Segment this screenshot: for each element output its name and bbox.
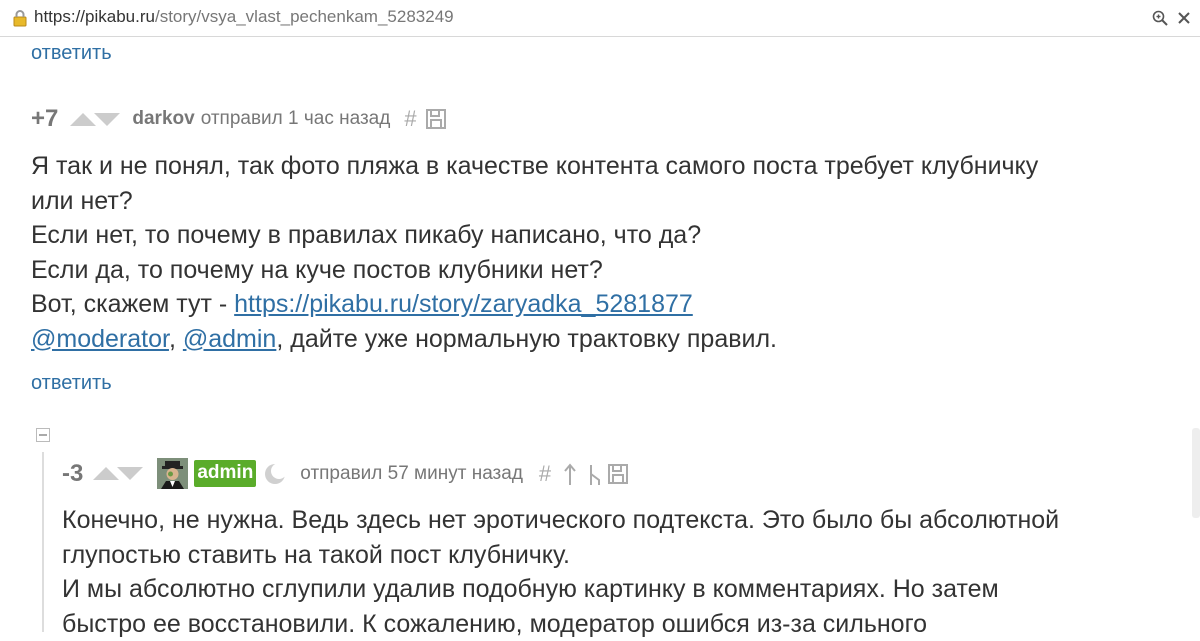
vote-down-icon[interactable] [117,467,143,480]
comment-line: быстро ее восстановили. К сожалению, мод… [62,607,1059,641]
reply-link[interactable]: ответить [31,372,112,395]
comment-header: +7 darkov отправил 1 час назад # [31,104,447,134]
reply-comment-body: Конечно, не нужна. Ведь здесь нет эротич… [62,503,1059,641]
comment-line: Я так и не понял, так фото пляжа в качес… [31,149,1038,184]
zoom-icon[interactable] [1150,8,1170,28]
comment-score: +7 [31,105,58,133]
comment-body: Я так и не понял, так фото пляжа в качес… [31,149,1038,356]
comment-line: И мы абсолютно сглупили удалив подобную … [62,572,1059,607]
reply-link-top[interactable]: ответить [31,42,112,65]
comment-time: отправил 1 час назад [201,108,391,130]
comment-text: Вот, скажем тут - [31,290,234,318]
vote-up-icon[interactable] [70,113,96,126]
comment-line: глупостью ставить на такой пост клубничк… [62,538,1059,573]
comment-line: Конечно, не нужна. Ведь здесь нет эротич… [62,503,1059,538]
story-link[interactable]: https://pikabu.ru/story/zaryadka_5281877 [234,290,693,318]
hash-icon[interactable]: # [404,106,416,132]
url-text[interactable]: https://pikabu.ru/story/vsya_vlast_peche… [34,7,454,27]
avatar[interactable] [157,458,188,489]
save-icon[interactable] [607,463,629,485]
branch-icon[interactable] [587,462,603,486]
comment-line: Вот, скажем тут - https://pikabu.ru/stor… [31,287,1038,322]
hash-icon[interactable]: # [539,461,551,487]
reply-comment-header: -3 admin отправил 57 минут назад # [62,457,629,490]
collapse-icon[interactable] [36,428,50,442]
arrow-up-icon[interactable] [563,462,577,486]
lock-icon [11,9,29,27]
comment-author[interactable]: darkov [132,108,194,130]
comment-line: @moderator, @admin, дайте уже нормальную… [31,322,1038,357]
save-icon[interactable] [425,108,447,130]
mention-admin[interactable]: @admin [183,325,276,353]
moon-icon [262,461,288,487]
comment-time: отправил 57 минут назад [300,463,523,485]
close-icon[interactable] [1174,8,1194,28]
browser-url-bar[interactable]: https://pikabu.ru/story/vsya_vlast_peche… [0,0,1200,37]
scrollbar[interactable] [1192,428,1200,518]
vote-down-icon[interactable] [94,113,120,126]
comment-line: Если нет, то почему в правилах пикабу на… [31,218,1038,253]
comment-line: Если да, то почему на куче постов клубни… [31,253,1038,288]
comment-text: , [169,325,183,353]
comment-line: или нет? [31,184,1038,219]
comment-score: -3 [62,460,83,488]
vote-up-icon[interactable] [93,467,119,480]
comment-text: , дайте уже нормальную трактовку правил. [276,325,777,353]
thread-line [42,452,44,632]
mention-moderator[interactable]: @moderator [31,325,169,353]
admin-badge[interactable]: admin [194,460,256,487]
